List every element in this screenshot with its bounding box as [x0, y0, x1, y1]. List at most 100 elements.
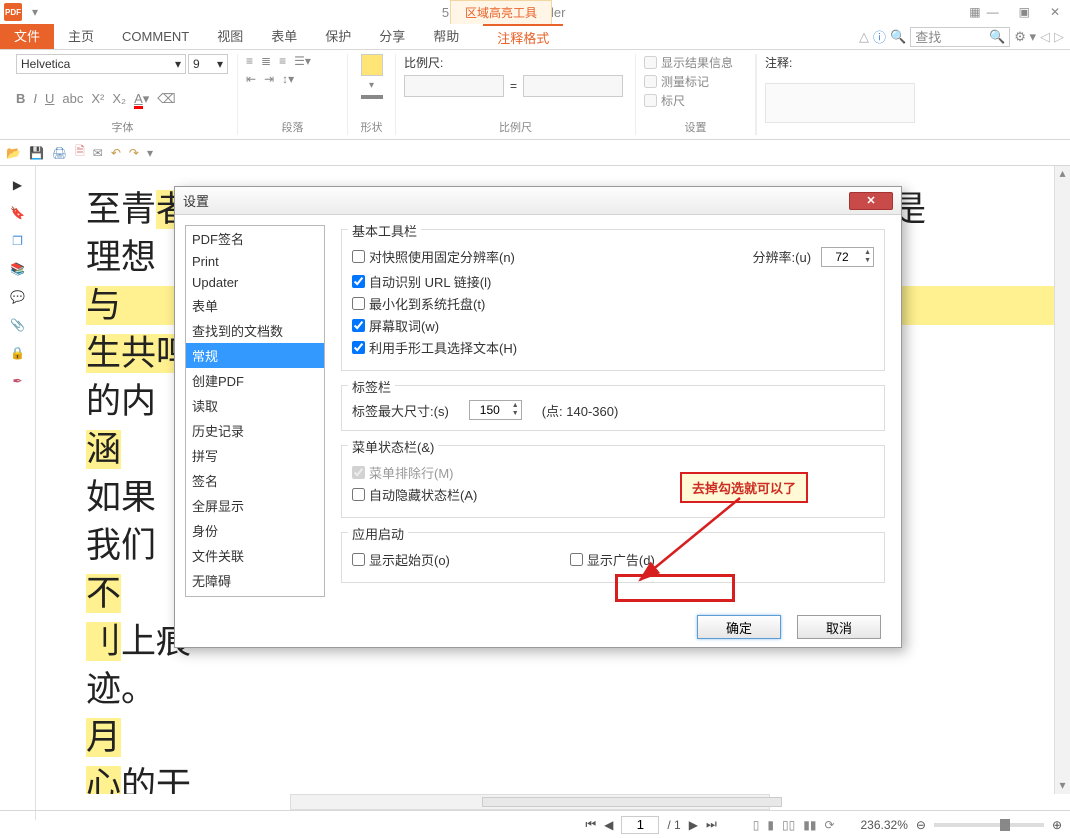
font-family-select[interactable]: Helvetica▾ — [16, 54, 186, 74]
settings-list-item[interactable]: 全屏显示 — [186, 493, 324, 518]
tab-help[interactable]: 帮助 — [419, 24, 473, 49]
tab-protect[interactable]: 保护 — [311, 24, 365, 49]
highlight-shape-icon[interactable] — [361, 54, 383, 76]
settings-list-item[interactable]: 签名 — [186, 468, 324, 493]
open-icon[interactable]: 📂 — [6, 146, 21, 160]
horizontal-scrollbar[interactable] — [290, 794, 770, 810]
save-icon[interactable]: 💾 — [29, 146, 44, 160]
italic-button[interactable]: I — [33, 91, 37, 107]
subscript-button[interactable]: X₂ — [112, 91, 126, 107]
settings-list-item[interactable]: 身份 — [186, 518, 324, 543]
bullets-icon[interactable]: ☰▾ — [294, 54, 311, 68]
settings-list-item[interactable]: 创建PDF — [186, 368, 324, 393]
collapse-ribbon-icon[interactable]: △ — [859, 29, 869, 45]
hscroll-thumb[interactable] — [482, 797, 782, 807]
close-icon[interactable]: ✕ — [1044, 3, 1066, 21]
page-number-input[interactable] — [621, 816, 659, 834]
nav-prev-icon[interactable]: ◁ — [1040, 29, 1050, 45]
tab-form[interactable]: 表单 — [257, 24, 311, 49]
mail-icon[interactable]: ✉ — [93, 146, 103, 160]
tab-annot-format[interactable]: 注释格式 — [483, 24, 563, 49]
tab-file[interactable]: 文件 — [0, 24, 54, 49]
dialog-close-button[interactable]: ✕ — [849, 192, 893, 210]
search-toggle-icon[interactable]: 🔍 — [890, 29, 906, 45]
layout-cont-facing-icon[interactable]: ▮▮ — [803, 818, 816, 832]
next-page-icon[interactable]: ▶ — [689, 818, 698, 832]
align-center-icon[interactable]: ≣ — [261, 54, 271, 68]
maximize-icon[interactable]: ▣ — [1013, 3, 1036, 21]
bold-button[interactable]: B — [16, 91, 25, 107]
settings-list-item[interactable]: Updater — [186, 272, 324, 293]
security-icon[interactable]: 🔒 — [10, 346, 25, 360]
tab-comment[interactable]: COMMENT — [108, 24, 203, 49]
resolution-spinner[interactable]: ▲▼ — [821, 247, 874, 267]
ok-button[interactable]: 确定 — [697, 615, 781, 639]
layout-facing-icon[interactable]: ▯▯ — [782, 818, 795, 832]
chk-show-result[interactable]: 显示结果信息 — [644, 54, 747, 71]
chk-hand-select[interactable]: 利用手形工具选择文本(H) — [352, 338, 874, 357]
attachments-icon[interactable]: 📎 — [10, 318, 25, 332]
prev-page-icon[interactable]: ◀ — [604, 818, 613, 832]
settings-list-item[interactable]: 读取 — [186, 393, 324, 418]
superscript-button[interactable]: X² — [91, 91, 104, 107]
tab-view[interactable]: 视图 — [203, 24, 257, 49]
chk-measure-mark[interactable]: 测量标记 — [644, 73, 747, 90]
gear-icon[interactable]: ⚙ ▾ — [1014, 29, 1036, 45]
settings-list-item[interactable]: PDF签名 — [186, 226, 324, 251]
layout-continuous-icon[interactable]: ▮ — [767, 818, 774, 832]
minimize-icon[interactable]: — — [981, 3, 1005, 21]
settings-list-item[interactable]: 文件关联 — [186, 543, 324, 568]
chk-min-tray[interactable]: 最小化到系统托盘(t) — [352, 294, 874, 313]
search-go-icon[interactable]: 🔍 — [989, 29, 1005, 45]
settings-list-item[interactable]: 常规 — [186, 343, 324, 368]
settings-list-item[interactable]: 信任管理 — [186, 593, 324, 597]
settings-list-item[interactable]: 表单 — [186, 293, 324, 318]
first-page-icon[interactable]: ⏮ — [585, 817, 596, 832]
chk-auto-url[interactable]: 自动识别 URL 链接(l) — [352, 272, 874, 291]
zoom-in-icon[interactable]: ⊕ — [1052, 818, 1062, 832]
border-style-icon[interactable] — [361, 95, 383, 99]
zoom-out-icon[interactable]: ⊖ — [916, 818, 926, 832]
comments-icon[interactable]: 💬 — [10, 290, 25, 304]
clear-format-button[interactable]: ⌫ — [157, 91, 175, 107]
grid-icon[interactable]: ▦ — [969, 5, 980, 19]
qat-more-icon[interactable]: ▾ — [147, 146, 153, 160]
indent-left-icon[interactable]: ⇤ — [246, 72, 256, 86]
strike-button[interactable]: abc — [62, 91, 83, 107]
chk-ruler[interactable]: 标尺 — [644, 92, 747, 109]
search-input[interactable]: 查找 🔍 — [910, 27, 1010, 47]
dialog-titlebar[interactable]: 设置 ✕ — [175, 187, 901, 215]
signatures-icon[interactable]: ✒ — [12, 374, 22, 388]
redo-icon[interactable]: ↷ — [129, 146, 139, 160]
settings-category-list[interactable]: PDF签名PrintUpdater表单查找到的文档数常规创建PDF读取历史记录拼… — [185, 225, 325, 597]
last-page-icon[interactable]: ⏭ — [706, 817, 717, 832]
new-doc-icon[interactable]: 🗎 — [75, 142, 85, 163]
settings-list-item[interactable]: 历史记录 — [186, 418, 324, 443]
settings-list-item[interactable]: Print — [186, 251, 324, 272]
tab-share[interactable]: 分享 — [365, 24, 419, 49]
expand-panel-icon[interactable]: ▶ — [13, 178, 22, 192]
settings-list-item[interactable]: 无障碍 — [186, 568, 324, 593]
underline-button[interactable]: U — [45, 91, 54, 107]
chk-show-ad[interactable]: 显示广告(d) — [570, 550, 655, 569]
tab-home[interactable]: 主页 — [54, 24, 108, 49]
chk-show-start[interactable]: 显示起始页(o) — [352, 550, 450, 569]
undo-icon[interactable]: ↶ — [111, 146, 121, 160]
font-color-button[interactable]: A▾ — [134, 91, 149, 107]
nav-next-icon[interactable]: ▷ — [1054, 29, 1064, 45]
indent-right-icon[interactable]: ⇥ — [264, 72, 274, 86]
zoom-slider[interactable] — [934, 823, 1044, 827]
align-right-icon[interactable]: ≡ — [279, 54, 286, 68]
annot-textbox[interactable] — [765, 83, 915, 123]
ratio-input-1[interactable] — [404, 75, 504, 97]
chk-screen-word[interactable]: 屏幕取词(w) — [352, 316, 874, 335]
layers-icon[interactable]: 📚 — [10, 262, 25, 276]
font-size-select[interactable]: 9▾ — [188, 54, 228, 74]
pages-icon[interactable]: ❐ — [12, 234, 23, 248]
cancel-button[interactable]: 取消 — [797, 615, 881, 639]
settings-list-item[interactable]: 拼写 — [186, 443, 324, 468]
print-icon[interactable]: 🖨 — [52, 146, 67, 160]
rotate-icon[interactable]: ⟳ — [824, 818, 834, 832]
align-left-icon[interactable]: ≡ — [246, 54, 253, 68]
layout-single-icon[interactable]: ▯ — [753, 818, 760, 832]
